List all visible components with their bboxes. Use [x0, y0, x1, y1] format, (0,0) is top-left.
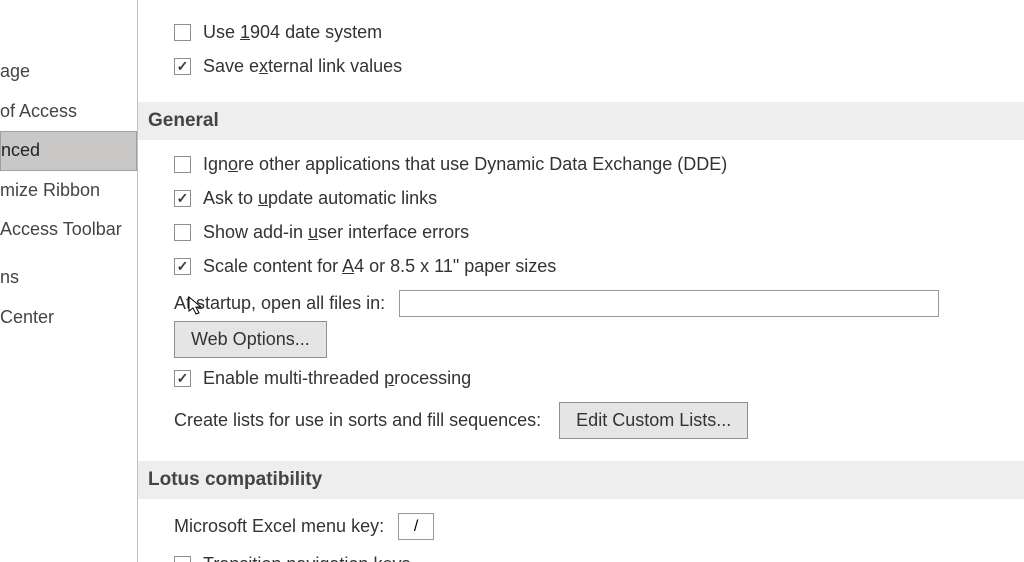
general-option-3-checkbox[interactable] [174, 258, 191, 275]
sidebar-item-0[interactable]: age [0, 52, 137, 92]
section-header-general: General [138, 102, 1024, 140]
transition-nav-keys-label: Transition navigation keys [203, 554, 410, 562]
options-main: Use 1904 date system Save external link v… [138, 0, 1024, 562]
menu-key-label: Microsoft Excel menu key: [174, 516, 384, 537]
startup-files-label: At startup, open all files in: [174, 293, 385, 314]
options-sidebar: ageof Accessncedmize RibbonAccess Toolba… [0, 0, 138, 562]
general-option-3[interactable]: Scale content for A4 or 8.5 x 11" paper … [174, 252, 1014, 280]
sidebar-item-3[interactable]: mize Ribbon [0, 171, 137, 211]
top-option-1-label: Save external link values [203, 56, 402, 77]
sidebar-item-2[interactable]: nced [0, 131, 137, 171]
startup-files-input[interactable] [399, 290, 939, 317]
top-option-1-checkbox[interactable] [174, 58, 191, 75]
edit-custom-lists-button[interactable]: Edit Custom Lists... [559, 402, 748, 439]
general-option-0-checkbox[interactable] [174, 156, 191, 173]
top-option-1[interactable]: Save external link values [174, 52, 1014, 80]
general-option-2[interactable]: Show add-in user interface errors [174, 218, 1014, 246]
top-option-0[interactable]: Use 1904 date system [174, 18, 1014, 46]
sidebar-item-4[interactable]: Access Toolbar [0, 210, 137, 250]
menu-key-input[interactable] [398, 513, 434, 540]
general-option-2-label: Show add-in user interface errors [203, 222, 469, 243]
section-header-lotus: Lotus compatibility [138, 461, 1024, 499]
top-option-0-checkbox[interactable] [174, 24, 191, 41]
enable-multithreaded-label: Enable multi-threaded processing [203, 368, 471, 389]
enable-multithreaded-checkbox[interactable] [174, 370, 191, 387]
web-options-button[interactable]: Web Options... [174, 321, 327, 358]
sidebar-item-1[interactable]: of Access [0, 92, 137, 132]
general-option-1[interactable]: Ask to update automatic links [174, 184, 1014, 212]
sidebar-item-5[interactable]: ns [0, 258, 137, 298]
general-option-1-checkbox[interactable] [174, 190, 191, 207]
general-option-3-label: Scale content for A4 or 8.5 x 11" paper … [203, 256, 556, 277]
top-option-0-label: Use 1904 date system [203, 22, 382, 43]
general-option-2-checkbox[interactable] [174, 224, 191, 241]
general-option-0-label: Ignore other applications that use Dynam… [203, 154, 727, 175]
transition-nav-keys-checkbox[interactable] [174, 556, 191, 562]
enable-multithreaded[interactable]: Enable multi-threaded processing [174, 364, 1014, 392]
general-option-1-label: Ask to update automatic links [203, 188, 437, 209]
general-option-0[interactable]: Ignore other applications that use Dynam… [174, 150, 1014, 178]
transition-nav-keys[interactable]: Transition navigation keys [174, 550, 1014, 562]
sidebar-item-6[interactable]: Center [0, 298, 137, 338]
custom-lists-label: Create lists for use in sorts and fill s… [174, 410, 541, 431]
